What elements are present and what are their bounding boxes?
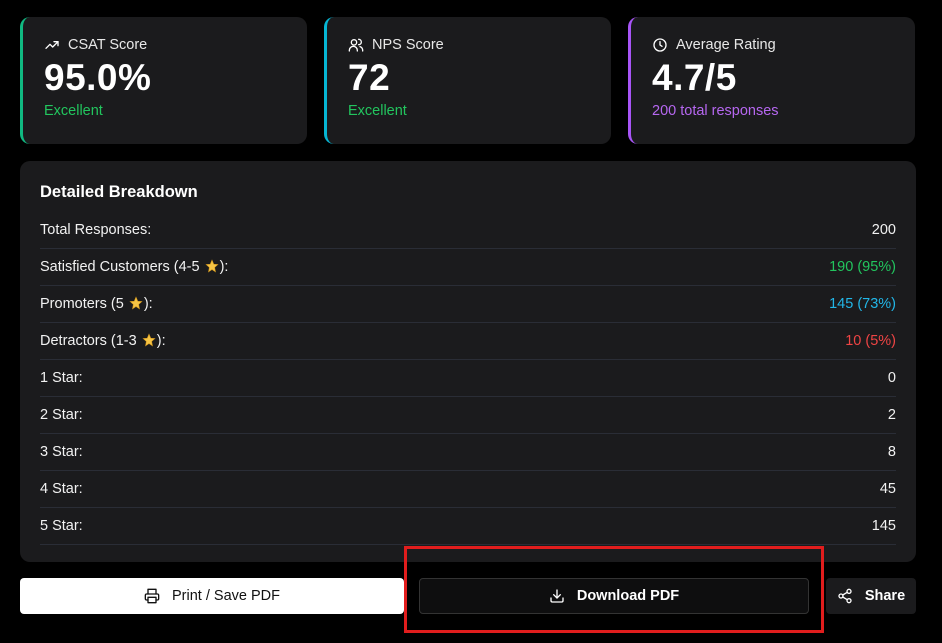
average-rating-value: 4.7/5 xyxy=(652,57,737,98)
users-icon xyxy=(348,38,364,52)
table-row: 1 Star: 0 xyxy=(40,360,896,397)
row-label-text: Promoters (5 xyxy=(40,296,128,312)
average-rating-label: Average Rating xyxy=(676,37,776,53)
table-row: 4 Star: 45 xyxy=(40,471,896,508)
row-label-text: Satisfied Customers (4-5 xyxy=(40,259,204,275)
row-label: 5 Star: xyxy=(40,518,83,534)
table-row: Detractors (1-3 ): 10 (5%) xyxy=(40,323,896,360)
row-label: Satisfied Customers (4-5 ): xyxy=(40,259,228,275)
row-label: Detractors (1-3 ): xyxy=(40,333,166,349)
table-row: Satisfied Customers (4-5 ): 190 (95%) xyxy=(40,249,896,286)
csat-card-header: CSAT Score xyxy=(44,37,307,53)
csat-value: 95.0% xyxy=(44,57,152,98)
print-save-pdf-button[interactable]: Print / Save PDF xyxy=(20,578,404,614)
table-row: Promoters (5 ): 145 (73%) xyxy=(40,286,896,323)
row-label-suffix: ): xyxy=(143,296,153,312)
row-label-text: Detractors (1-3 xyxy=(40,333,141,349)
row-value: 0 xyxy=(887,370,896,386)
trending-up-icon xyxy=(45,41,59,49)
nps-card: NPS Score 72 Excellent xyxy=(324,17,611,144)
share-button[interactable]: Share xyxy=(826,578,916,614)
row-value: 145 xyxy=(871,518,896,534)
row-label-suffix: ): xyxy=(219,259,229,275)
row-value: 8 xyxy=(887,444,896,460)
highlight-box xyxy=(404,546,824,633)
table-row: 3 Star: 8 xyxy=(40,434,896,471)
average-rating-card: Average Rating 4.7/5 200 total responses xyxy=(628,17,915,144)
row-label: Total Responses: xyxy=(40,222,152,238)
row-label: Promoters (5 ): xyxy=(40,296,153,312)
print-button-label: Print / Save PDF xyxy=(172,588,280,604)
csat-status: Excellent xyxy=(44,103,103,119)
share-icon xyxy=(838,588,852,604)
csat-card: CSAT Score 95.0% Excellent xyxy=(20,17,307,144)
row-value: 10 (5%) xyxy=(845,333,896,349)
star-icon xyxy=(205,259,219,273)
row-value: 45 xyxy=(879,481,896,497)
nps-label: NPS Score xyxy=(372,37,444,53)
row-label: 1 Star: xyxy=(40,370,83,386)
star-icon xyxy=(142,333,156,347)
printer-icon xyxy=(144,588,160,604)
star-icon xyxy=(129,296,143,310)
table-row: 5 Star: 145 xyxy=(40,508,896,545)
row-label-suffix: ): xyxy=(156,333,166,349)
table-row: Total Responses: 200 xyxy=(40,212,896,249)
breakdown-title: Detailed Breakdown xyxy=(40,183,198,201)
clock-icon xyxy=(653,38,667,52)
row-label: 3 Star: xyxy=(40,444,83,460)
row-label: 4 Star: xyxy=(40,481,83,497)
share-button-label: Share xyxy=(864,588,906,604)
detailed-breakdown-panel: Detailed Breakdown Total Responses: 200 … xyxy=(20,161,916,562)
row-value: 200 xyxy=(871,222,896,238)
row-value: 2 xyxy=(887,407,896,423)
nps-value: 72 xyxy=(348,57,391,98)
csat-label: CSAT Score xyxy=(68,37,148,53)
total-responses-text: 200 total responses xyxy=(652,103,779,119)
nps-status: Excellent xyxy=(348,103,407,119)
average-rating-header: Average Rating xyxy=(652,37,915,53)
row-value: 145 (73%) xyxy=(829,296,896,312)
table-row: 2 Star: 2 xyxy=(40,397,896,434)
row-label: 2 Star: xyxy=(40,407,83,423)
row-value: 190 (95%) xyxy=(829,259,896,275)
nps-card-header: NPS Score xyxy=(348,37,611,53)
